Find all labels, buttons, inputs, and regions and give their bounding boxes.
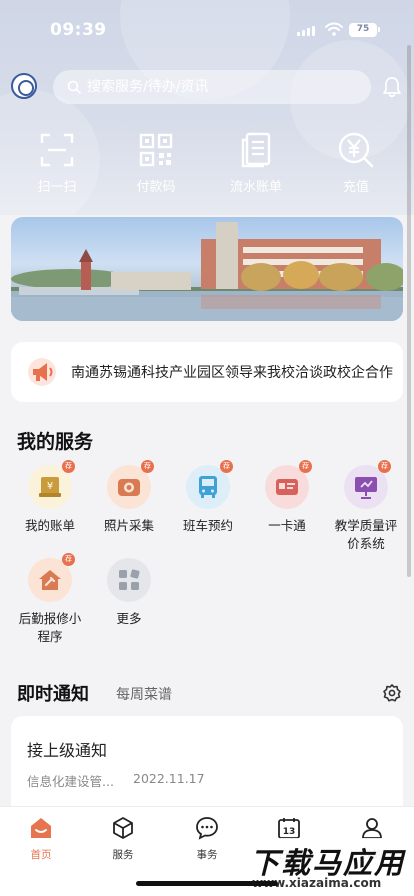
service-label: 后勤报修小 程序	[18, 611, 82, 644]
recommend-badge: 荐	[141, 460, 154, 473]
grid-more-icon	[119, 569, 140, 590]
recommend-badge: 荐	[299, 460, 312, 473]
notice-title: 接上级通知	[27, 741, 108, 760]
tab-instant-notice[interactable]: 即时通知	[17, 680, 89, 706]
quick-action-scan[interactable]: 扫一扫	[17, 130, 97, 195]
campus-banner-image[interactable]	[11, 217, 403, 321]
scan-icon	[40, 133, 74, 167]
service-teaching-evaluation[interactable]: 荐 教学质量评 价系统	[326, 460, 406, 553]
service-repair[interactable]: 荐 后勤报修小 程序	[10, 553, 90, 646]
quick-action-label: 付款码	[136, 180, 176, 195]
recommend-badge: 荐	[220, 460, 233, 473]
bill-icon: ¥	[39, 477, 61, 497]
recommend-badge: 荐	[62, 553, 75, 566]
quick-action-recharge[interactable]: 充值	[316, 130, 396, 195]
search-input[interactable]	[87, 79, 347, 95]
recharge-yen-icon	[338, 132, 374, 168]
tab-label: 事务	[196, 849, 218, 861]
tab-weekly-menu[interactable]: 每周菜谱	[116, 684, 172, 704]
tab-label: 服务	[112, 849, 134, 861]
home-icon	[31, 818, 51, 838]
cellular-signal-icon	[297, 26, 315, 36]
service-label: 我的账单	[24, 518, 75, 533]
repair-house-icon	[39, 570, 61, 590]
notice-card[interactable]: 接上级通知 信息化建设管... 2022.11.17	[11, 716, 403, 816]
news-ticker[interactable]: 南通苏锡通科技产业园区领导来我校洽谈政校企合作	[11, 342, 403, 402]
tab-affairs[interactable]: 事务	[172, 815, 242, 862]
tab-label: 首页	[30, 849, 52, 861]
notification-bell-icon[interactable]	[382, 76, 402, 98]
bus-icon	[199, 476, 217, 498]
recommend-badge: 荐	[378, 460, 391, 473]
service-photo-collect[interactable]: 荐 照片采集	[89, 460, 169, 535]
service-more[interactable]: 更多	[89, 558, 169, 628]
battery-indicator: 75	[349, 23, 380, 37]
school-logo	[11, 73, 37, 99]
home-indicator	[136, 881, 278, 886]
calendar-day: 13	[283, 827, 296, 837]
quick-action-label: 扫一扫	[37, 180, 77, 195]
wifi-icon	[325, 22, 343, 36]
campus-photo	[11, 222, 403, 321]
tab-services[interactable]: 服务	[88, 815, 158, 862]
notice-source: 信息化建设管...	[27, 774, 114, 789]
presentation-icon	[355, 477, 377, 499]
service-label: 教学质量评 价系统	[334, 518, 398, 551]
service-my-bill[interactable]: ¥ 荐 我的账单	[10, 460, 90, 535]
cube-icon	[113, 817, 133, 839]
svg-text:¥: ¥	[47, 481, 53, 492]
gear-icon[interactable]	[383, 684, 401, 702]
megaphone-icon	[28, 358, 56, 386]
service-label: 更多	[116, 611, 142, 626]
chat-icon	[196, 817, 218, 840]
service-label: 一卡通	[268, 518, 306, 533]
ledger-icon	[241, 132, 271, 168]
quick-action-label: 流水账单	[229, 180, 282, 195]
status-time: 09:39	[50, 20, 107, 40]
status-bar: 09:39 75	[0, 0, 414, 56]
user-icon	[362, 818, 382, 839]
quick-action-paycode[interactable]: 付款码	[116, 130, 196, 195]
service-label: 班车预约	[182, 518, 233, 533]
search-bar[interactable]	[53, 70, 371, 104]
tab-home[interactable]: 首页	[6, 815, 76, 862]
search-icon	[67, 80, 81, 94]
recommend-badge: 荐	[62, 460, 75, 473]
service-label: 照片采集	[103, 518, 154, 533]
quick-action-ledger[interactable]: 流水账单	[216, 130, 296, 195]
calendar-icon: 13	[278, 818, 300, 839]
service-campus-card[interactable]: 荐 一卡通	[247, 460, 327, 535]
id-card-icon	[276, 479, 298, 495]
quick-action-label: 充值	[342, 180, 369, 195]
my-services-title: 我的服务	[17, 431, 94, 453]
service-bus-booking[interactable]: 荐 班车预约	[168, 460, 248, 535]
qrcode-icon	[139, 133, 173, 167]
camera-icon	[118, 479, 140, 496]
scrollbar[interactable]	[407, 45, 411, 577]
notice-date: 2022.11.17	[133, 771, 205, 786]
news-headline: 南通苏锡通科技产业园区领导来我校洽谈政校企合作	[71, 365, 393, 381]
